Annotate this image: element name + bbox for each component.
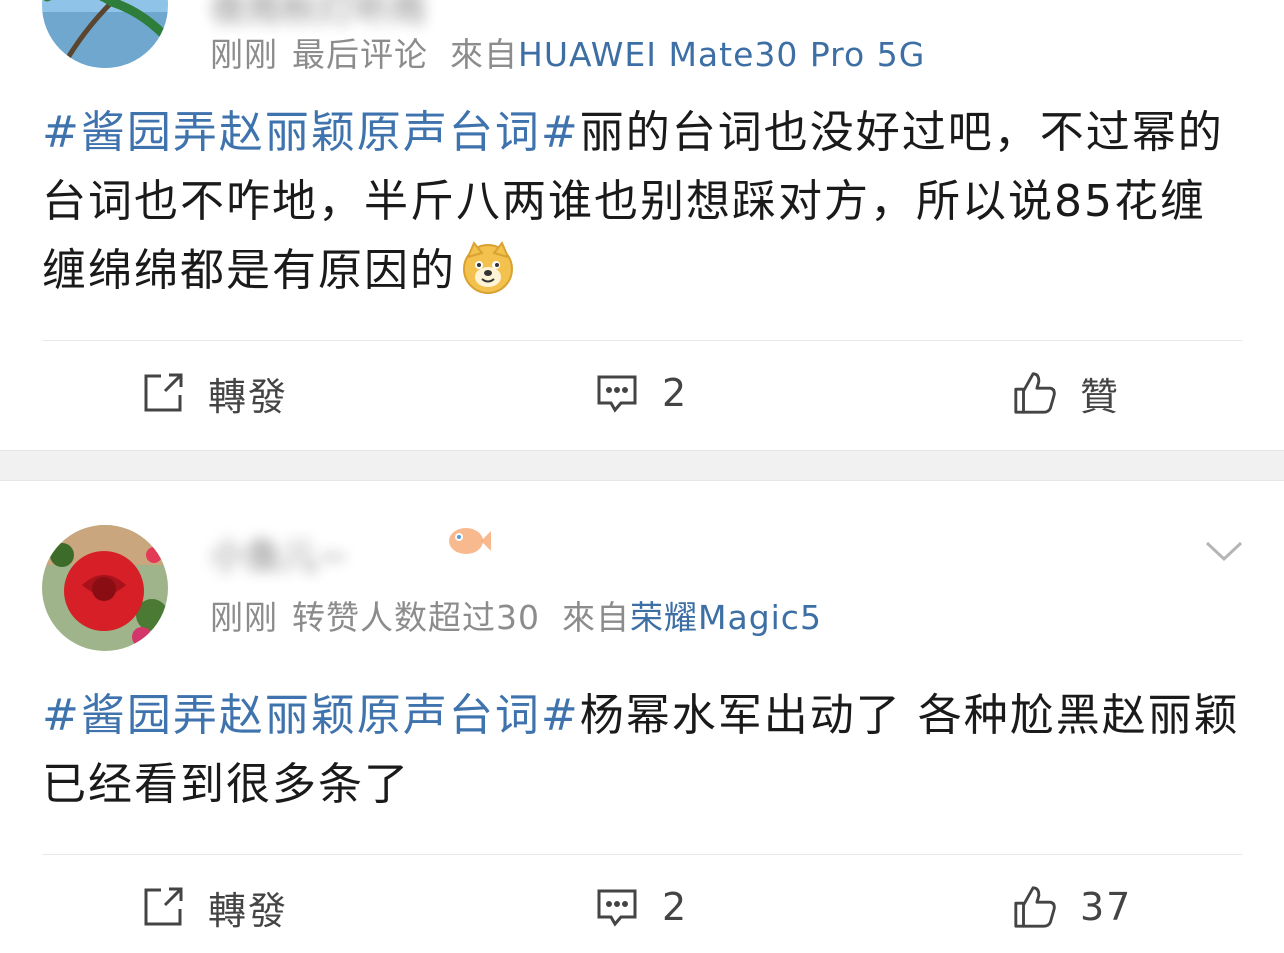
timestamp: 刚刚 [210, 35, 278, 74]
from-label: 來自 [450, 35, 518, 74]
username[interactable]: 小鱼儿~ [210, 527, 348, 579]
comment-tag: 转赞人数超过30 [292, 598, 540, 637]
like-button[interactable]: 贊 [1012, 343, 1120, 443]
comment-button[interactable]: 2 [594, 343, 688, 443]
thumbs-up-icon [1012, 370, 1058, 416]
repost-label: 轉發 [208, 374, 289, 419]
comment-button[interactable]: 2 [594, 857, 688, 953]
repost-button[interactable]: 轉發 [140, 343, 288, 443]
hashtag-link[interactable]: #酱园弄赵丽颖原声台词# [42, 107, 580, 158]
like-label: 贊 [1080, 374, 1121, 419]
chevron-down-icon[interactable] [1204, 539, 1244, 563]
source-device[interactable]: HUAWEI Mate30 Pro 5G [518, 35, 925, 74]
divider [42, 340, 1242, 341]
like-count: 37 [1080, 885, 1133, 929]
avatar[interactable] [42, 525, 168, 651]
comment-card: 夜雨秋灯听雨 刚刚 最后评论 來自HUAWEI Mate30 Pro 5G #酱园弄… [0, 0, 1284, 450]
repost-label: 轉發 [208, 888, 289, 933]
fish-emoji [444, 521, 492, 561]
comment-meta: 刚刚 最后评论 來自HUAWEI Mate30 Pro 5G [210, 28, 925, 76]
comment-feed: 夜雨秋灯听雨 刚刚 最后评论 來自HUAWEI Mate30 Pro 5G #酱园弄… [0, 0, 1284, 953]
thumbs-up-icon [1012, 884, 1058, 930]
action-bar: 轉發 2 37 [0, 857, 1284, 953]
comment-text: #酱园弄赵丽颖原声台词#丽的台词也没好过吧，不过幂的台词也不咋地，半斤八两谁也别… [42, 98, 1242, 305]
comment-card: 小鱼儿~ 刚刚 转赞人数超过30 來自荣耀Magic5 #酱园弄赵丽颖原声台词#杨幂… [0, 481, 1284, 953]
divider [42, 854, 1242, 855]
source-device[interactable]: 荣耀Magic5 [630, 598, 822, 637]
comment-count: 2 [662, 885, 689, 929]
comment-bubble-icon [594, 370, 640, 416]
avatar[interactable] [42, 0, 168, 68]
comment-tag: 最后评论 [292, 35, 428, 74]
from-label: 來自 [562, 598, 630, 637]
timestamp: 刚刚 [210, 598, 278, 637]
hashtag-link[interactable]: #酱园弄赵丽颖原声台词# [42, 690, 580, 741]
action-bar: 轉發 2 贊 [0, 343, 1284, 443]
doge-emoji [460, 239, 516, 295]
repost-button[interactable]: 轉發 [140, 857, 288, 953]
comment-bubble-icon [594, 884, 640, 930]
edit-share-icon [140, 884, 186, 930]
card-separator [0, 450, 1284, 481]
edit-share-icon [140, 370, 186, 416]
comment-meta: 刚刚 转赞人数超过30 來自荣耀Magic5 [210, 591, 822, 639]
comment-count: 2 [662, 371, 689, 415]
comment-text: #酱园弄赵丽颖原声台词#杨幂水军出动了 各种尬黑赵丽颖 已经看到很多条了 [42, 681, 1242, 819]
like-button[interactable]: 37 [1012, 857, 1132, 953]
